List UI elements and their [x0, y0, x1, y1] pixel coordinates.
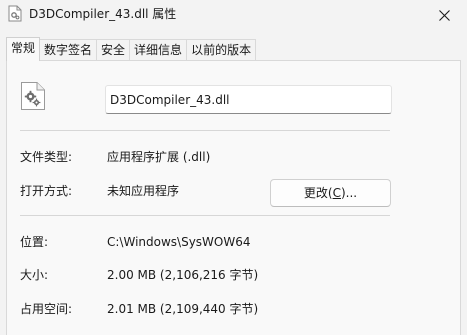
size-on-disk-value: 2.01 MB (2,109,440 字节)	[107, 302, 259, 316]
tab-security[interactable]: 安全	[96, 39, 131, 60]
separator	[20, 215, 390, 216]
tab-details[interactable]: 详细信息	[129, 39, 188, 60]
opens-with-value: 未知应用程序	[107, 184, 180, 198]
change-button-prefix: 更改(	[303, 186, 333, 200]
file-name-field[interactable]	[105, 85, 392, 114]
tab-digital-signatures[interactable]: 数字签名	[39, 39, 98, 60]
location-value: C:\Windows\SysWOW64	[107, 235, 251, 249]
title-bar[interactable]: D3DCompiler_43.dll 属性	[0, 0, 467, 30]
window-title: D3DCompiler_43.dll 属性	[29, 7, 177, 21]
size-on-disk-label: 占用空间:	[20, 302, 73, 316]
separator	[20, 130, 390, 131]
close-button[interactable]	[421, 0, 467, 30]
location-label: 位置:	[20, 235, 49, 249]
dll-file-icon	[8, 5, 22, 22]
tab-previous-versions[interactable]: 以前的版本	[186, 39, 257, 60]
change-button-accel: C	[332, 186, 341, 200]
opens-with-label: 打开方式:	[20, 184, 73, 198]
file-type-value: 应用程序扩展 (.dll)	[107, 150, 211, 164]
tab-general[interactable]: 常规	[6, 37, 41, 61]
tab-strip: 常规 数字签名 安全 详细信息 以前的版本	[6, 37, 257, 61]
size-label: 大小:	[20, 268, 49, 282]
file-type-label: 文件类型:	[20, 150, 73, 164]
change-button[interactable]: 更改(C)...	[270, 179, 391, 207]
close-icon	[438, 9, 450, 21]
settings-file-icon	[20, 81, 46, 111]
change-button-suffix: )...	[340, 186, 358, 200]
size-value: 2.00 MB (2,106,216 字节)	[107, 268, 259, 282]
properties-window: D3DCompiler_43.dll 属性 常规 数字签名 安全 详细信息 以前…	[0, 0, 467, 335]
